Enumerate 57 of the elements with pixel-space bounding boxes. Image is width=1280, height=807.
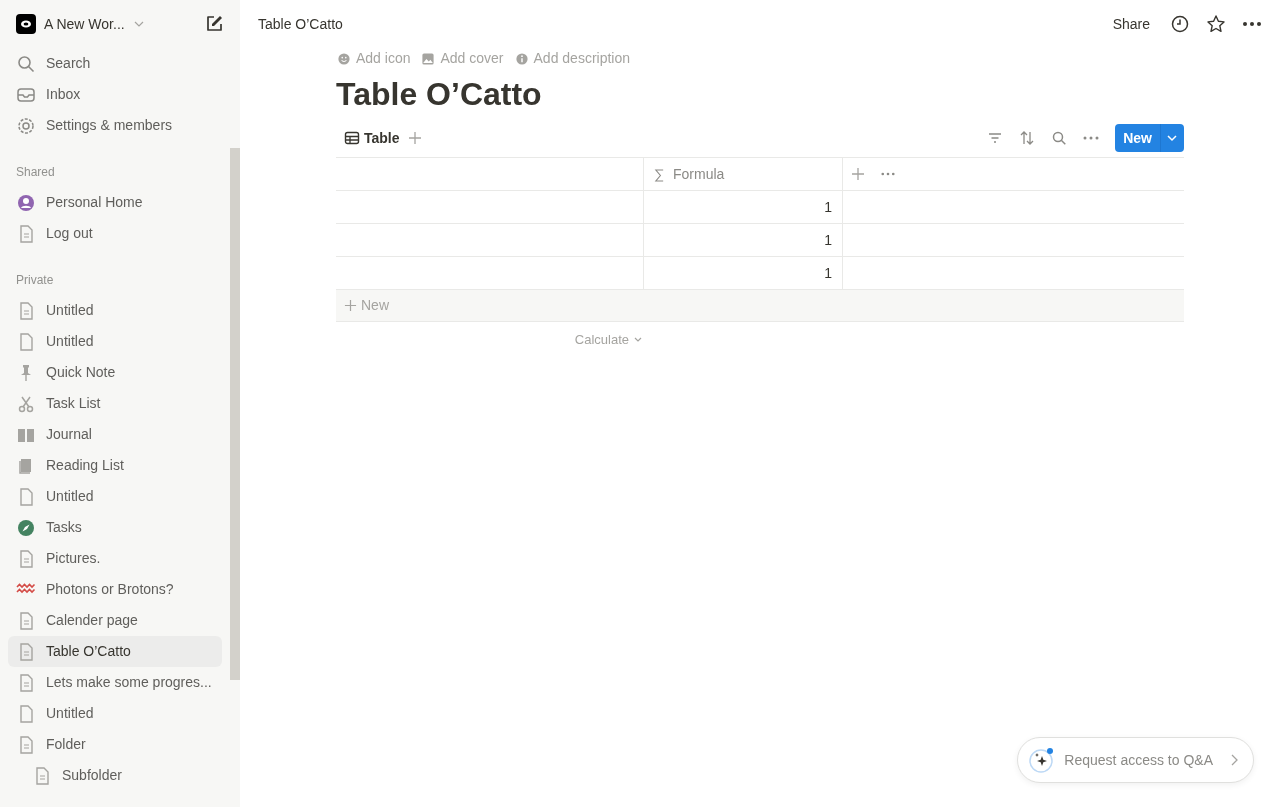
- sidebar-item[interactable]: Personal Home: [8, 187, 222, 218]
- sidebar-item[interactable]: Search: [8, 48, 222, 79]
- workspace-name[interactable]: A New Wor...: [44, 13, 125, 35]
- settings-icon: [16, 115, 36, 136]
- sidebar-item[interactable]: Reading List: [8, 450, 222, 481]
- sidebar-item[interactable]: Subfolder: [8, 760, 222, 791]
- view-tab[interactable]: Table: [344, 127, 400, 149]
- plus-icon: [344, 299, 357, 313]
- sidebar-item[interactable]: Quick Note: [8, 357, 222, 388]
- more-icon: [1242, 21, 1262, 27]
- table-cell-text: 1: [824, 263, 832, 283]
- user-icon: [16, 192, 36, 213]
- more-icon: [1083, 136, 1100, 141]
- table-icon: [344, 130, 360, 147]
- sidebar-item[interactable]: Log out: [8, 218, 222, 249]
- sigma-icon: [654, 168, 665, 182]
- sidebar-item[interactable]: Folder: [8, 729, 222, 760]
- sidebar-item[interactable]: Lets make some progres...: [8, 667, 222, 698]
- edit-icon: [204, 14, 224, 34]
- share-button[interactable]: Share: [1108, 13, 1154, 35]
- workspace-logo-icon: [16, 14, 36, 34]
- search-icon: [1051, 130, 1068, 147]
- add-view-icon: [407, 131, 422, 146]
- sidebar-item[interactable]: Table O’Catto: [8, 636, 222, 667]
- new-button[interactable]: New: [1115, 124, 1184, 153]
- star-icon: [1206, 14, 1226, 34]
- compass-icon: [16, 517, 36, 538]
- sidebar-item[interactable]: Untitled: [8, 481, 222, 512]
- image-icon: [420, 50, 437, 67]
- sidebar-item[interactable]: Journal: [8, 419, 222, 450]
- qa-button[interactable]: Request access to Q&A: [1017, 737, 1254, 783]
- smile-icon: [336, 50, 352, 67]
- breadcrumb[interactable]: Table O’Catto: [258, 13, 343, 35]
- info-icon: [513, 50, 530, 67]
- sidebar-item[interactable]: Untitled: [8, 698, 222, 729]
- sidebar-item[interactable]: Settings & members: [8, 110, 222, 141]
- table-cell-text: 1: [824, 197, 832, 217]
- page-title: Table O’Catto: [336, 75, 543, 114]
- search-icon: [16, 53, 36, 74]
- chevron-right-icon: [1229, 753, 1239, 767]
- sort-icon: [1019, 130, 1036, 147]
- section-label: Shared: [15, 164, 56, 181]
- clock-icon: [1170, 14, 1190, 34]
- add-column-icon: [851, 167, 865, 182]
- sidebar-item[interactable]: Pictures.: [8, 543, 222, 574]
- section-label: Private: [15, 272, 55, 289]
- sidebar-item[interactable]: Task List: [8, 388, 222, 419]
- sidebar-item[interactable]: Photons or Brotons?: [8, 574, 222, 605]
- more-icon: [881, 172, 895, 177]
- column-header[interactable]: Formula: [643, 158, 843, 192]
- scrollbar[interactable]: [230, 148, 240, 680]
- table-cell-text: 1: [824, 230, 832, 250]
- sidebar-item[interactable]: Tasks: [8, 512, 222, 543]
- sidebar-item[interactable]: Inbox: [8, 79, 222, 110]
- sidebar-item[interactable]: Untitled: [8, 326, 222, 357]
- sidebar-item[interactable]: Untitled: [8, 295, 222, 326]
- sidebar-item[interactable]: Calender page: [8, 605, 222, 636]
